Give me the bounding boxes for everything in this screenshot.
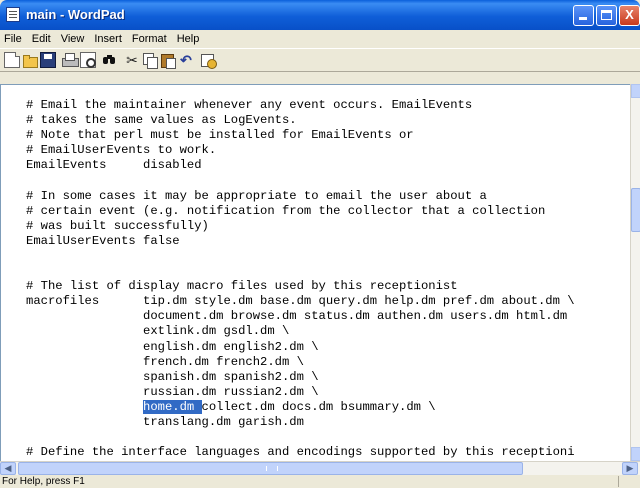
close-button[interactable]: X: [619, 5, 640, 26]
document-line: russian.dm russian2.dm \: [26, 384, 319, 399]
horizontal-scrollbar[interactable]: ◀ ▶: [0, 461, 640, 475]
status-divider: [618, 476, 619, 487]
document-line: # was built successfully): [26, 218, 209, 233]
scroll-down-button[interactable]: [631, 447, 640, 461]
menu-view[interactable]: View: [56, 30, 90, 48]
document-line: # Note that perl must be installed for E…: [26, 128, 414, 143]
document-line: # Define the interface languages and enc…: [26, 445, 575, 460]
scroll-right-button[interactable]: ▶: [622, 462, 638, 475]
menu-insert[interactable]: Insert: [89, 30, 127, 48]
maximize-icon: [601, 10, 612, 20]
minimize-icon: [579, 17, 587, 20]
scroll-grip-icon: [266, 466, 278, 471]
document-line: # EmailUserEvents to work.: [26, 143, 217, 158]
copy-icon[interactable]: [142, 52, 158, 69]
document-line: # takes the same values as LogEvents.: [26, 113, 297, 128]
document-line: # The list of display macro files used b…: [26, 279, 458, 294]
menu-bar: File Edit View Insert Format Help: [0, 30, 640, 48]
cut-icon[interactable]: ✂: [124, 52, 140, 68]
menu-edit[interactable]: Edit: [27, 30, 56, 48]
selected-text: home.dm: [143, 399, 202, 414]
menu-file[interactable]: File: [0, 30, 27, 48]
paste-icon[interactable]: [160, 52, 176, 69]
print-icon[interactable]: [62, 52, 79, 68]
new-icon[interactable]: [4, 52, 20, 68]
document-line: macrofiles tip.dm style.dm base.dm query…: [26, 294, 575, 309]
document-line: # Email the maintainer whenever any even…: [26, 98, 473, 112]
wordpad-document-icon: [6, 7, 20, 22]
document-line: home.dm collect.dm docs.dm bsummary.dm \: [143, 399, 436, 414]
vertical-scrollbar[interactable]: [630, 84, 640, 461]
document-line: EmailEvents disabled: [26, 158, 202, 173]
document-line: EmailUserEvents false: [26, 233, 180, 248]
document-line: french.dm french2.dm \: [26, 354, 304, 369]
document-text[interactable]: # Email the maintainer whenever any even…: [26, 98, 575, 460]
status-text: For Help, press F1: [2, 476, 85, 487]
toolbar: ✂ ↶: [0, 48, 640, 72]
undo-icon[interactable]: ↶: [178, 52, 194, 68]
menu-help[interactable]: Help: [172, 30, 205, 48]
scroll-up-button[interactable]: [631, 84, 640, 98]
document-line: # In some cases it may be appropriate to…: [26, 188, 487, 203]
menu-format[interactable]: Format: [127, 30, 172, 48]
document-line: extlink.dm gsdl.dm \: [26, 324, 290, 339]
maximize-button[interactable]: [596, 5, 617, 26]
title-bar[interactable]: main - WordPad X: [0, 0, 640, 30]
document-line: translang.dm garish.dm: [26, 414, 304, 429]
save-icon[interactable]: [40, 52, 56, 68]
document-line: document.dm browse.dm status.dm authen.d…: [26, 309, 568, 324]
close-icon: X: [625, 7, 634, 22]
minimize-button[interactable]: [573, 5, 594, 26]
print-preview-icon[interactable]: [80, 52, 96, 68]
status-bar: For Help, press F1: [0, 475, 640, 488]
document-line: spanish.dm spanish2.dm \: [26, 369, 319, 384]
vertical-scroll-thumb[interactable]: [631, 188, 640, 232]
find-icon[interactable]: [102, 52, 118, 68]
scroll-left-button[interactable]: ◀: [0, 462, 16, 475]
date-time-icon[interactable]: [200, 52, 217, 69]
document-editor[interactable]: # Email the maintainer whenever any even…: [0, 84, 630, 461]
ruler-area: [0, 72, 640, 84]
horizontal-scroll-thumb[interactable]: [18, 462, 523, 475]
document-line: english.dm english2.dm \: [26, 339, 319, 354]
window-title: main - WordPad: [26, 7, 125, 22]
open-icon[interactable]: [22, 52, 38, 68]
document-line: # certain event (e.g. notification from …: [26, 203, 546, 218]
